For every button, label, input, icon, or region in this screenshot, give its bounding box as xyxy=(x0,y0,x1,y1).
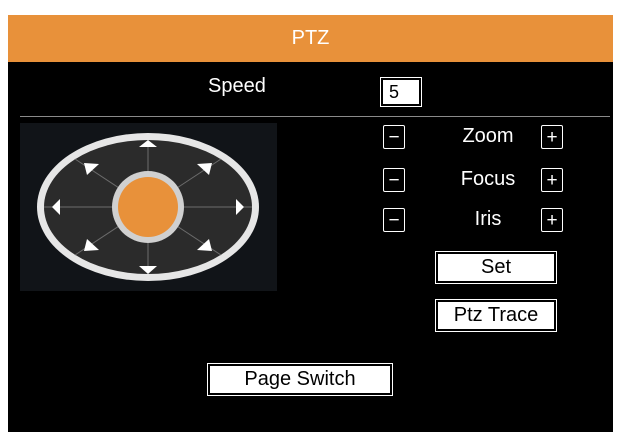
title-bar: PTZ xyxy=(8,15,613,62)
page-switch-button[interactable]: Page Switch xyxy=(207,363,393,396)
ptz-window: PTZ Speed 5 − Zoom + − Focus + − Iris + … xyxy=(8,15,613,432)
iris-minus-button[interactable]: − xyxy=(383,208,405,232)
window-title: PTZ xyxy=(291,27,330,49)
divider xyxy=(20,116,610,117)
ptz-trace-button[interactable]: Ptz Trace xyxy=(435,299,557,332)
set-button[interactable]: Set xyxy=(435,251,557,284)
focus-minus-button[interactable]: − xyxy=(383,168,405,192)
focus-label: Focus xyxy=(460,168,516,190)
dpad-center-button[interactable] xyxy=(118,177,178,237)
zoom-minus-button[interactable]: − xyxy=(383,125,405,149)
iris-label: Iris xyxy=(474,208,502,230)
zoom-label: Zoom xyxy=(462,125,514,147)
zoom-plus-button[interactable]: + xyxy=(541,125,563,149)
iris-plus-button[interactable]: + xyxy=(541,208,563,232)
speed-input[interactable]: 5 xyxy=(380,77,422,107)
speed-label: Speed xyxy=(208,75,266,97)
focus-plus-button[interactable]: + xyxy=(541,168,563,192)
direction-pad xyxy=(20,123,277,291)
